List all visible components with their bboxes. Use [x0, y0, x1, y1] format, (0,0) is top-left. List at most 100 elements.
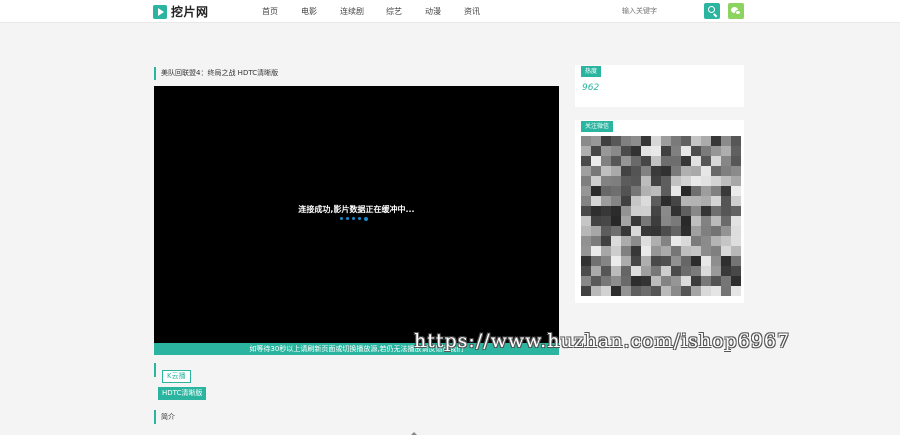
qr-pixel	[601, 226, 611, 236]
search-button[interactable]	[704, 3, 720, 19]
intro-heading: 简介	[154, 410, 175, 424]
watermark-text: https://www.huzhan.com/ishop6967	[414, 330, 791, 352]
qr-pixel	[731, 196, 741, 206]
follow-label: 关注微信	[581, 121, 614, 132]
qr-pixel	[601, 206, 611, 216]
qr-pixel	[651, 256, 661, 266]
qr-pixel	[701, 256, 711, 266]
qr-pixel	[591, 216, 601, 226]
qr-pixel	[581, 176, 591, 186]
qr-pixel	[631, 196, 641, 206]
qr-pixel	[681, 266, 691, 276]
qr-pixel	[591, 236, 601, 246]
qr-pixel	[671, 246, 681, 256]
loading-dot	[346, 217, 349, 220]
qr-pixel	[601, 196, 611, 206]
nav-item-movies[interactable]: 电影	[301, 0, 340, 23]
qr-pixel	[591, 196, 601, 206]
qr-pixel	[581, 276, 591, 286]
search-input[interactable]	[618, 4, 702, 18]
qr-pixel	[681, 276, 691, 286]
qr-pixel	[621, 246, 631, 256]
qr-pixel	[611, 276, 621, 286]
qr-pixel	[691, 266, 701, 276]
episode-button[interactable]: HDTC清晰版	[158, 387, 207, 400]
qr-pixel	[711, 276, 721, 286]
qr-pixel	[601, 246, 611, 256]
qr-pixel	[601, 156, 611, 166]
qr-pixel	[581, 236, 591, 246]
qr-pixel	[711, 206, 721, 216]
qr-pixel	[641, 186, 651, 196]
qr-pixel	[671, 286, 681, 296]
qr-pixel	[581, 216, 591, 226]
qr-pixel	[651, 166, 661, 176]
qr-pixel	[621, 216, 631, 226]
qr-pixel	[671, 196, 681, 206]
qr-pixel	[641, 136, 651, 146]
qr-pixel	[661, 246, 671, 256]
qr-pixel	[661, 176, 671, 186]
qr-pixel	[621, 256, 631, 266]
qr-pixel	[641, 146, 651, 156]
qr-pixel	[711, 266, 721, 276]
qr-pixel	[711, 176, 721, 186]
qr-pixel	[681, 216, 691, 226]
qr-pixel	[651, 206, 661, 216]
qr-pixel	[721, 146, 731, 156]
video-title: 美队回联盟4：终局之战 HDTC清晰版	[154, 67, 278, 80]
qr-pixel	[661, 166, 671, 176]
nav-item-news[interactable]: 资讯	[464, 0, 503, 23]
qr-pixel	[611, 166, 621, 176]
loading-dot	[340, 217, 343, 220]
video-player[interactable]: 连接成功,影片数据正在缓冲中... 如等待30秒以上请刷新页面或切换播放源,若仍…	[154, 86, 559, 355]
qr-pixel	[681, 236, 691, 246]
qr-pixel	[581, 186, 591, 196]
qr-pixel	[721, 216, 731, 226]
qr-pixel	[591, 146, 601, 156]
source-group: K云播	[154, 363, 191, 383]
nav-item-home[interactable]: 首页	[262, 0, 301, 23]
qr-pixel	[661, 206, 671, 216]
qr-pixel	[731, 256, 741, 266]
loading-dot	[364, 216, 368, 221]
qr-pixel	[581, 256, 591, 266]
qr-pixel	[641, 156, 651, 166]
qr-pixel	[641, 236, 651, 246]
qr-pixel	[611, 256, 621, 266]
qr-pixel	[651, 176, 661, 186]
qr-pixel	[611, 246, 621, 256]
qr-pixel	[671, 166, 681, 176]
nav-item-anime[interactable]: 动漫	[425, 0, 464, 23]
qr-pixel	[621, 156, 631, 166]
qr-pixel	[581, 246, 591, 256]
qr-pixel	[661, 236, 671, 246]
qr-pixel	[711, 236, 721, 246]
qr-pixel	[731, 186, 741, 196]
source-group-label[interactable]: K云播	[162, 370, 191, 383]
qr-pixel	[731, 246, 741, 256]
qr-pixel	[621, 196, 631, 206]
qr-pixel	[611, 186, 621, 196]
qr-pixel	[641, 286, 651, 296]
qr-pixel	[721, 136, 731, 146]
qr-pixel	[621, 236, 631, 246]
qr-pixel	[691, 186, 701, 196]
qr-pixel	[651, 286, 661, 296]
qr-pixel	[671, 156, 681, 166]
site-logo[interactable]: 挖片网	[153, 3, 209, 20]
qr-pixel	[681, 206, 691, 216]
nav-item-variety[interactable]: 综艺	[386, 0, 425, 23]
qr-pixel	[611, 266, 621, 276]
qr-pixel	[631, 216, 641, 226]
qr-pixel	[581, 286, 591, 296]
qr-pixel	[701, 266, 711, 276]
qr-pixel	[601, 276, 611, 286]
wechat-button[interactable]	[728, 3, 744, 19]
qr-pixel	[591, 266, 601, 276]
qr-pixel	[671, 216, 681, 226]
qr-pixel	[611, 156, 621, 166]
nav-item-series[interactable]: 连续剧	[340, 0, 386, 23]
qr-pixel	[641, 196, 651, 206]
qr-pixel	[591, 156, 601, 166]
